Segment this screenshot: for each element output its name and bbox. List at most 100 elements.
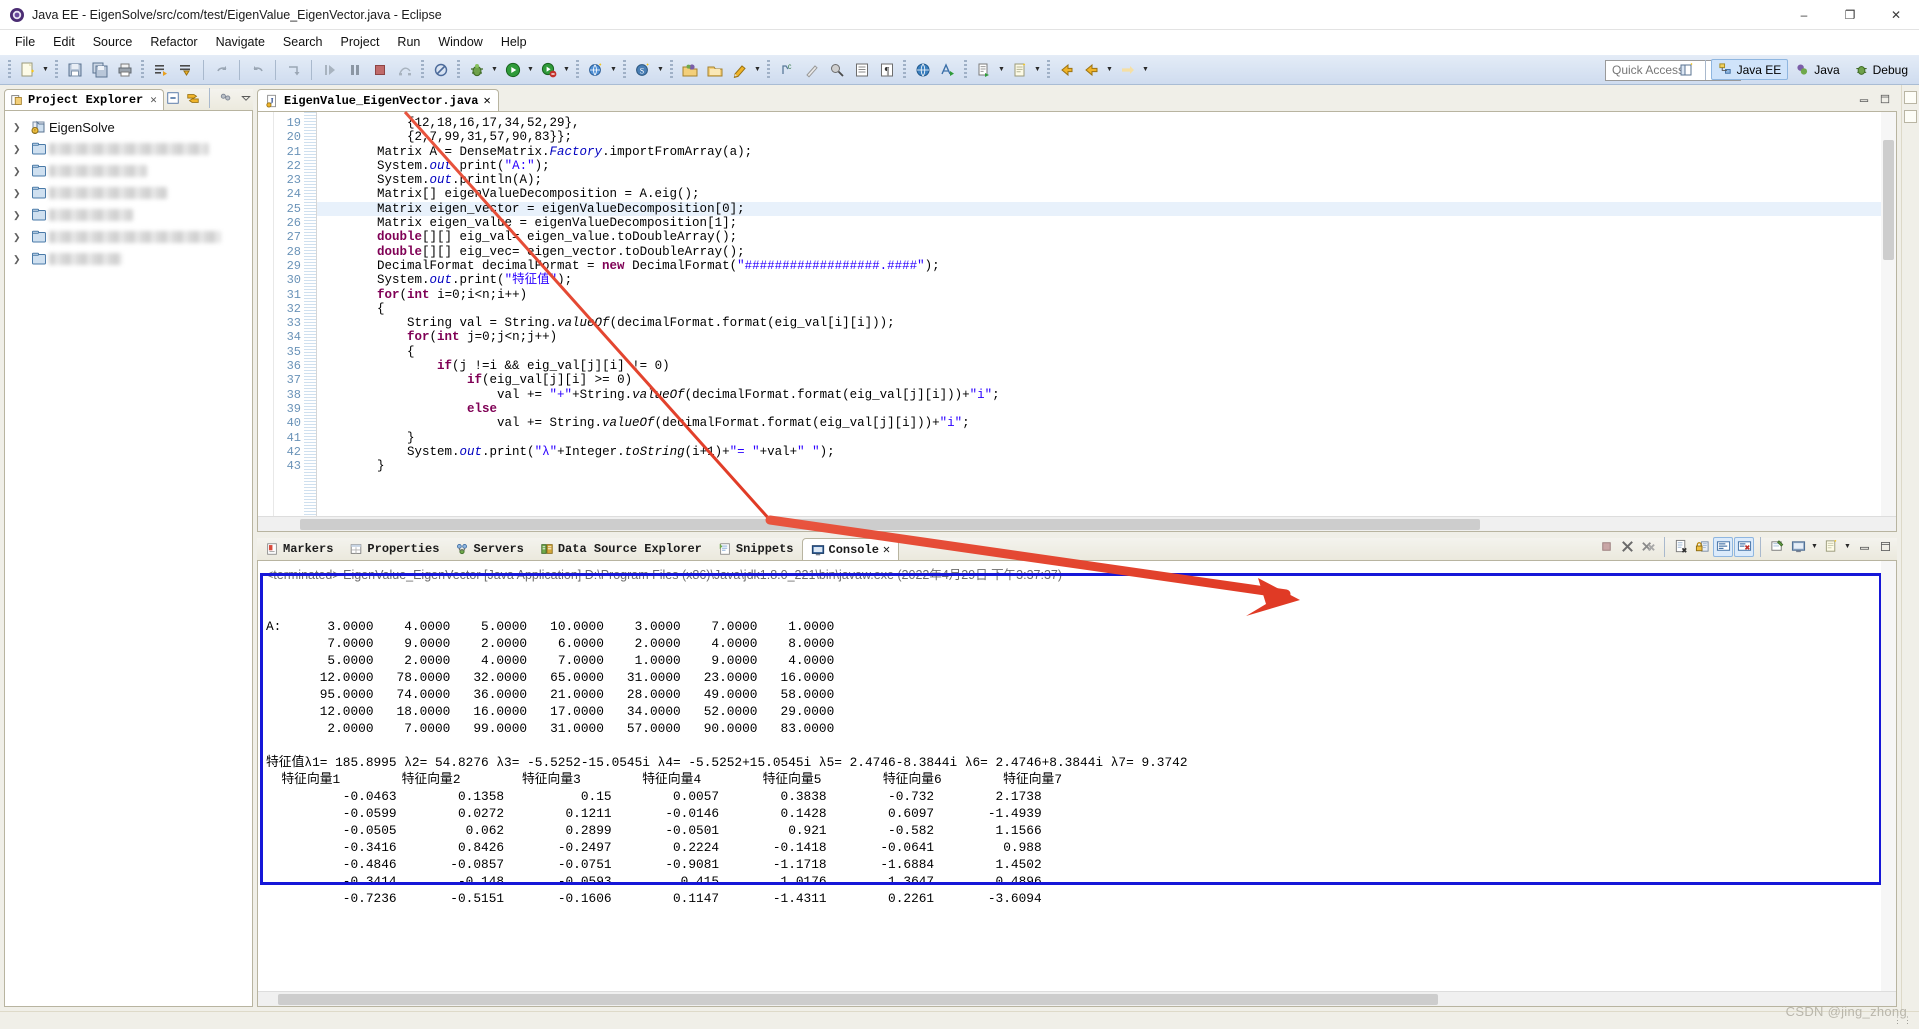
run-as-icon[interactable] [936, 58, 959, 81]
toolbar-drag-handle[interactable] [8, 59, 11, 80]
terminate-icon[interactable] [1596, 537, 1616, 557]
chevron-right-icon[interactable]: ❯ [13, 166, 29, 177]
code-line[interactable]: double[][] eig_val= eigen_value.toDouble… [317, 230, 1896, 244]
run-error-icon[interactable] [537, 58, 560, 81]
new-wizard-dropdown-arrow[interactable]: ▼ [1032, 58, 1043, 81]
clear-console-icon[interactable] [1671, 537, 1691, 557]
new-dropdown-arrow[interactable]: ▼ [40, 58, 51, 81]
search-icon[interactable] [825, 58, 848, 81]
project-explorer-tab[interactable]: Project Explorer ✕ [4, 89, 164, 110]
code-line[interactable]: String val = String.valueOf(decimalForma… [317, 316, 1896, 330]
menu-item-window[interactable]: Window [429, 33, 491, 51]
fast-view-chip-2[interactable] [1904, 110, 1917, 123]
run-dropdown-arrow[interactable]: ▼ [525, 58, 536, 81]
code-line[interactable]: if(eig_val[j][i] >= 0) [317, 373, 1896, 387]
chevron-right-icon[interactable]: ❯ [13, 254, 29, 265]
tree-item[interactable]: ❯ [5, 248, 252, 270]
menu-item-search[interactable]: Search [274, 33, 332, 51]
tree-item[interactable]: ❯ [5, 160, 252, 182]
editor-tab-eigenvalue-eigenvector[interactable]: J EigenValue_EigenVector.java ✕ [257, 89, 499, 111]
code-line[interactable]: {2,7,99,31,57,90,83}}; [317, 130, 1896, 144]
code-line[interactable]: val += "+"+String.valueOf(decimalFormat.… [317, 388, 1896, 402]
tab-snippets[interactable]: Snippets [710, 538, 802, 560]
code-line[interactable]: System.out.print("特征值"); [317, 273, 1896, 287]
terminate-icon[interactable] [368, 58, 391, 81]
chevron-down-icon[interactable] [237, 89, 255, 107]
new-icon[interactable] [16, 58, 39, 81]
external-tools-icon[interactable] [972, 58, 995, 81]
code-line[interactable]: { [317, 345, 1896, 359]
menu-item-run[interactable]: Run [388, 33, 429, 51]
debug-icon[interactable] [465, 58, 488, 81]
display-selected-console-icon[interactable] [1788, 537, 1808, 557]
undo-icon[interactable] [210, 58, 233, 81]
remove-all-launches-icon[interactable] [1638, 537, 1658, 557]
project-tree[interactable]: ❯! EigenSolve ❯ ❯ ❯ ❯ ❯ ❯ [4, 111, 253, 1007]
tree-item[interactable]: ❯ [5, 138, 252, 160]
back-icon[interactable] [1055, 58, 1078, 81]
new-class-icon[interactable] [728, 58, 751, 81]
link-with-editor-icon[interactable] [184, 89, 202, 107]
maximize-icon[interactable] [1875, 537, 1895, 557]
editor-horizontal-scrollbar[interactable] [258, 516, 1896, 531]
code-line[interactable]: Matrix eigen_vector = eigenValueDecompos… [317, 201, 1896, 217]
maximize-icon[interactable] [1876, 90, 1894, 108]
code-line[interactable]: Matrix[] eigenValueDecomposition = A.eig… [317, 187, 1896, 201]
editor-body[interactable]: 19 20 21 22 23 24 25 26 27 28 29 30 31 32 33 34 35 36 37 38… [257, 112, 1897, 532]
code-line[interactable]: Matrix eigen_value = eigenValueDecomposi… [317, 216, 1896, 230]
code-line[interactable]: } [317, 431, 1896, 445]
run-error-dropdown-arrow[interactable]: ▼ [561, 58, 572, 81]
code-line[interactable]: if(j !=i && eig_val[j][i] != 0) [317, 359, 1896, 373]
close-icon[interactable]: ✕ [483, 93, 490, 108]
pilcrow-icon[interactable]: ¶ [875, 58, 898, 81]
collapse-all-icon[interactable] [164, 89, 182, 107]
tree-item[interactable]: ❯! EigenSolve [5, 116, 252, 138]
remove-launch-icon[interactable] [1617, 537, 1637, 557]
console-output-panel[interactable]: <terminated> EigenValue_EigenVector [Jav… [257, 561, 1897, 1007]
chevron-right-icon[interactable]: ❯ [13, 232, 29, 243]
code-line[interactable]: System.out.print("λ"+Integer.toString(i+… [317, 445, 1896, 459]
minimize-button[interactable]: – [1781, 0, 1827, 30]
forward-icon[interactable] [1080, 58, 1103, 81]
new-wizard-icon[interactable] [1008, 58, 1031, 81]
tab-servers[interactable]: Servers [447, 538, 531, 560]
menu-item-navigate[interactable]: Navigate [207, 33, 274, 51]
redo-icon[interactable] [246, 58, 269, 81]
minimize-icon[interactable] [1854, 537, 1874, 557]
new-java-ee-dropdown-arrow[interactable]: ▼ [608, 58, 619, 81]
maximize-button[interactable]: ❐ [1827, 0, 1873, 30]
new-server-icon[interactable]: S [631, 58, 654, 81]
perspective-java-ee[interactable]: Java EE [1710, 59, 1789, 80]
pin-console-icon[interactable] [1767, 537, 1787, 557]
menu-item-edit[interactable]: Edit [44, 33, 84, 51]
code-line[interactable]: DecimalFormat decimalFormat = new Decima… [317, 259, 1896, 273]
debug-dropdown-arrow[interactable]: ▼ [489, 58, 500, 81]
open-console-icon[interactable] [1821, 537, 1841, 557]
open-type-icon[interactable] [678, 58, 701, 81]
show-console-on-error-icon[interactable] [1734, 536, 1754, 557]
code-line[interactable]: val += String.valueOf(decimalFormat.form… [317, 416, 1896, 430]
suspend-icon[interactable] [343, 58, 366, 81]
build-all-icon[interactable] [149, 58, 172, 81]
scroll-lock-icon[interactable] [1692, 537, 1712, 557]
new-server-dropdown-arrow[interactable]: ▼ [655, 58, 666, 81]
next-dropdown-arrow[interactable]: ▼ [1140, 58, 1151, 81]
code-line[interactable]: double[][] eig_vec= eigen_vector.toDoubl… [317, 245, 1896, 259]
code-line[interactable]: System.out.print("A:"); [317, 159, 1896, 173]
toggle-mark-occurrences-icon[interactable]: C [775, 58, 798, 81]
next-annotation-icon[interactable] [282, 58, 305, 81]
skip-breakpoints-icon[interactable] [174, 58, 197, 81]
step-icon[interactable] [393, 58, 416, 81]
view-menu-icon[interactable] [217, 89, 235, 107]
external-tools-dropdown-arrow[interactable]: ▼ [996, 58, 1007, 81]
editor-vertical-scrollbar[interactable] [1881, 112, 1896, 516]
print-icon[interactable] [113, 58, 136, 81]
tab-properties[interactable]: Properties [341, 538, 447, 560]
perspective-debug[interactable]: Debug [1847, 59, 1915, 80]
tree-item[interactable]: ❯ [5, 204, 252, 226]
console-vertical-scrollbar[interactable] [1881, 561, 1896, 991]
code-line[interactable]: {12,18,16,17,34,52,29}, [317, 116, 1896, 130]
editor-source-code[interactable]: {12,18,16,17,34,52,29}, {2,7,99,31,57,90… [317, 112, 1896, 531]
run-icon[interactable] [501, 58, 524, 81]
menu-item-refactor[interactable]: Refactor [141, 33, 206, 51]
